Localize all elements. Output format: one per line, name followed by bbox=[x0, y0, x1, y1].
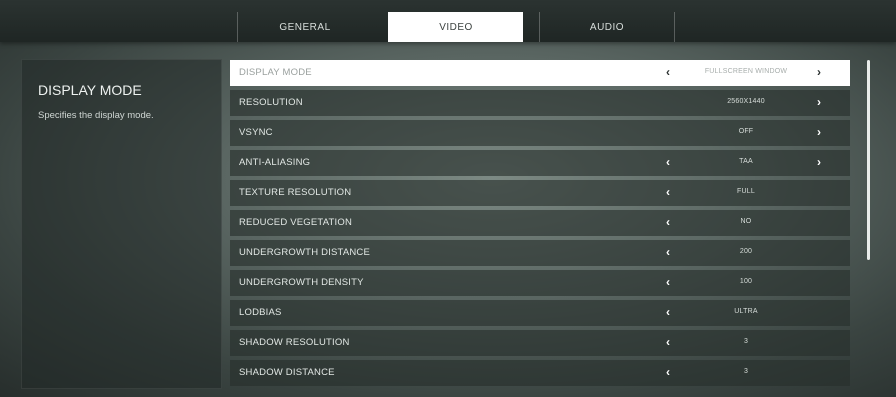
info-description: Specifies the display mode. bbox=[38, 110, 154, 121]
chevron-left-icon[interactable]: ‹ bbox=[663, 306, 673, 318]
settings-tabs: GENERAL VIDEO AUDIO bbox=[237, 12, 675, 42]
setting-label: DISPLAY MODE bbox=[239, 67, 312, 78]
chevron-right-icon[interactable]: › bbox=[814, 96, 824, 108]
setting-value: FULLSCREEN WINDOW bbox=[704, 68, 788, 75]
setting-row-display-mode[interactable]: DISPLAY MODE ‹ FULLSCREEN WINDOW › bbox=[230, 60, 850, 86]
chevron-left-icon[interactable]: ‹ bbox=[663, 336, 673, 348]
chevron-left-icon[interactable]: ‹ bbox=[663, 186, 673, 198]
chevron-left-icon[interactable]: ‹ bbox=[663, 276, 673, 288]
chevron-right-icon[interactable]: › bbox=[814, 126, 824, 138]
setting-row-shadow-resolution[interactable]: SHADOW RESOLUTION ‹ 3 bbox=[230, 330, 850, 356]
chevron-right-icon[interactable]: › bbox=[814, 156, 824, 168]
tab-video-label: VIDEO bbox=[439, 21, 473, 33]
settings-scrollbar[interactable] bbox=[867, 60, 870, 260]
setting-value: 3 bbox=[743, 368, 749, 375]
setting-label: LODBIAS bbox=[239, 307, 282, 318]
setting-row-resolution[interactable]: RESOLUTION 2560X1440 › bbox=[230, 90, 850, 116]
setting-label: ANTI-ALIASING bbox=[239, 157, 311, 168]
info-title: DISPLAY MODE bbox=[38, 82, 142, 98]
setting-label: RESOLUTION bbox=[239, 97, 303, 108]
chevron-left-icon[interactable]: ‹ bbox=[663, 156, 673, 168]
setting-label: SHADOW RESOLUTION bbox=[239, 337, 350, 348]
chevron-left-icon[interactable]: ‹ bbox=[663, 216, 673, 228]
setting-value: 3 bbox=[743, 338, 749, 345]
chevron-left-icon[interactable]: ‹ bbox=[663, 246, 673, 258]
setting-value: 200 bbox=[739, 248, 753, 255]
setting-value: FULL bbox=[737, 188, 755, 195]
setting-value: 100 bbox=[739, 278, 753, 285]
chevron-left-icon[interactable]: ‹ bbox=[663, 366, 673, 378]
setting-value: ULTRA bbox=[734, 308, 758, 315]
tab-general[interactable]: GENERAL bbox=[237, 12, 372, 42]
setting-label: UNDERGROWTH DENSITY bbox=[239, 277, 364, 288]
setting-label: TEXTURE RESOLUTION bbox=[239, 187, 352, 198]
setting-label: SHADOW DISTANCE bbox=[239, 367, 335, 378]
video-settings-list: DISPLAY MODE ‹ FULLSCREEN WINDOW › RESOLUTIO… bbox=[230, 60, 850, 390]
setting-label: VSYNC bbox=[239, 127, 273, 138]
setting-label: UNDERGROWTH DISTANCE bbox=[239, 247, 371, 258]
setting-row-undergrowth-density[interactable]: UNDERGROWTH DENSITY ‹ 100 bbox=[230, 270, 850, 296]
setting-row-texture-resolution[interactable]: TEXTURE RESOLUTION ‹ FULL bbox=[230, 180, 850, 206]
setting-value: OFF bbox=[738, 128, 754, 135]
chevron-right-icon[interactable]: › bbox=[814, 66, 824, 78]
tab-video[interactable]: VIDEO bbox=[388, 12, 523, 42]
setting-value: TAA bbox=[739, 158, 753, 165]
tab-audio[interactable]: AUDIO bbox=[539, 12, 675, 42]
setting-row-undergrowth-distance[interactable]: UNDERGROWTH DISTANCE ‹ 200 bbox=[230, 240, 850, 266]
setting-info-panel: DISPLAY MODE Specifies the display mode. bbox=[21, 59, 222, 389]
setting-row-vsync[interactable]: VSYNC OFF › bbox=[230, 120, 850, 146]
setting-row-shadow-distance[interactable]: SHADOW DISTANCE ‹ 3 bbox=[230, 360, 850, 386]
setting-value: 2560X1440 bbox=[727, 98, 765, 105]
setting-label: REDUCED VEGETATION bbox=[239, 217, 353, 228]
tab-audio-label: AUDIO bbox=[589, 21, 625, 33]
setting-value: NO bbox=[740, 218, 752, 225]
setting-row-anti-aliasing[interactable]: ANTI-ALIASING ‹ TAA › bbox=[230, 150, 850, 176]
setting-row-lodbias[interactable]: LODBIAS ‹ ULTRA bbox=[230, 300, 850, 326]
tab-general-label: GENERAL bbox=[279, 21, 331, 33]
setting-row-reduced-vegetation[interactable]: REDUCED VEGETATION ‹ NO bbox=[230, 210, 850, 236]
top-tab-bar: GENERAL VIDEO AUDIO bbox=[0, 0, 896, 42]
chevron-left-icon[interactable]: ‹ bbox=[663, 66, 673, 78]
